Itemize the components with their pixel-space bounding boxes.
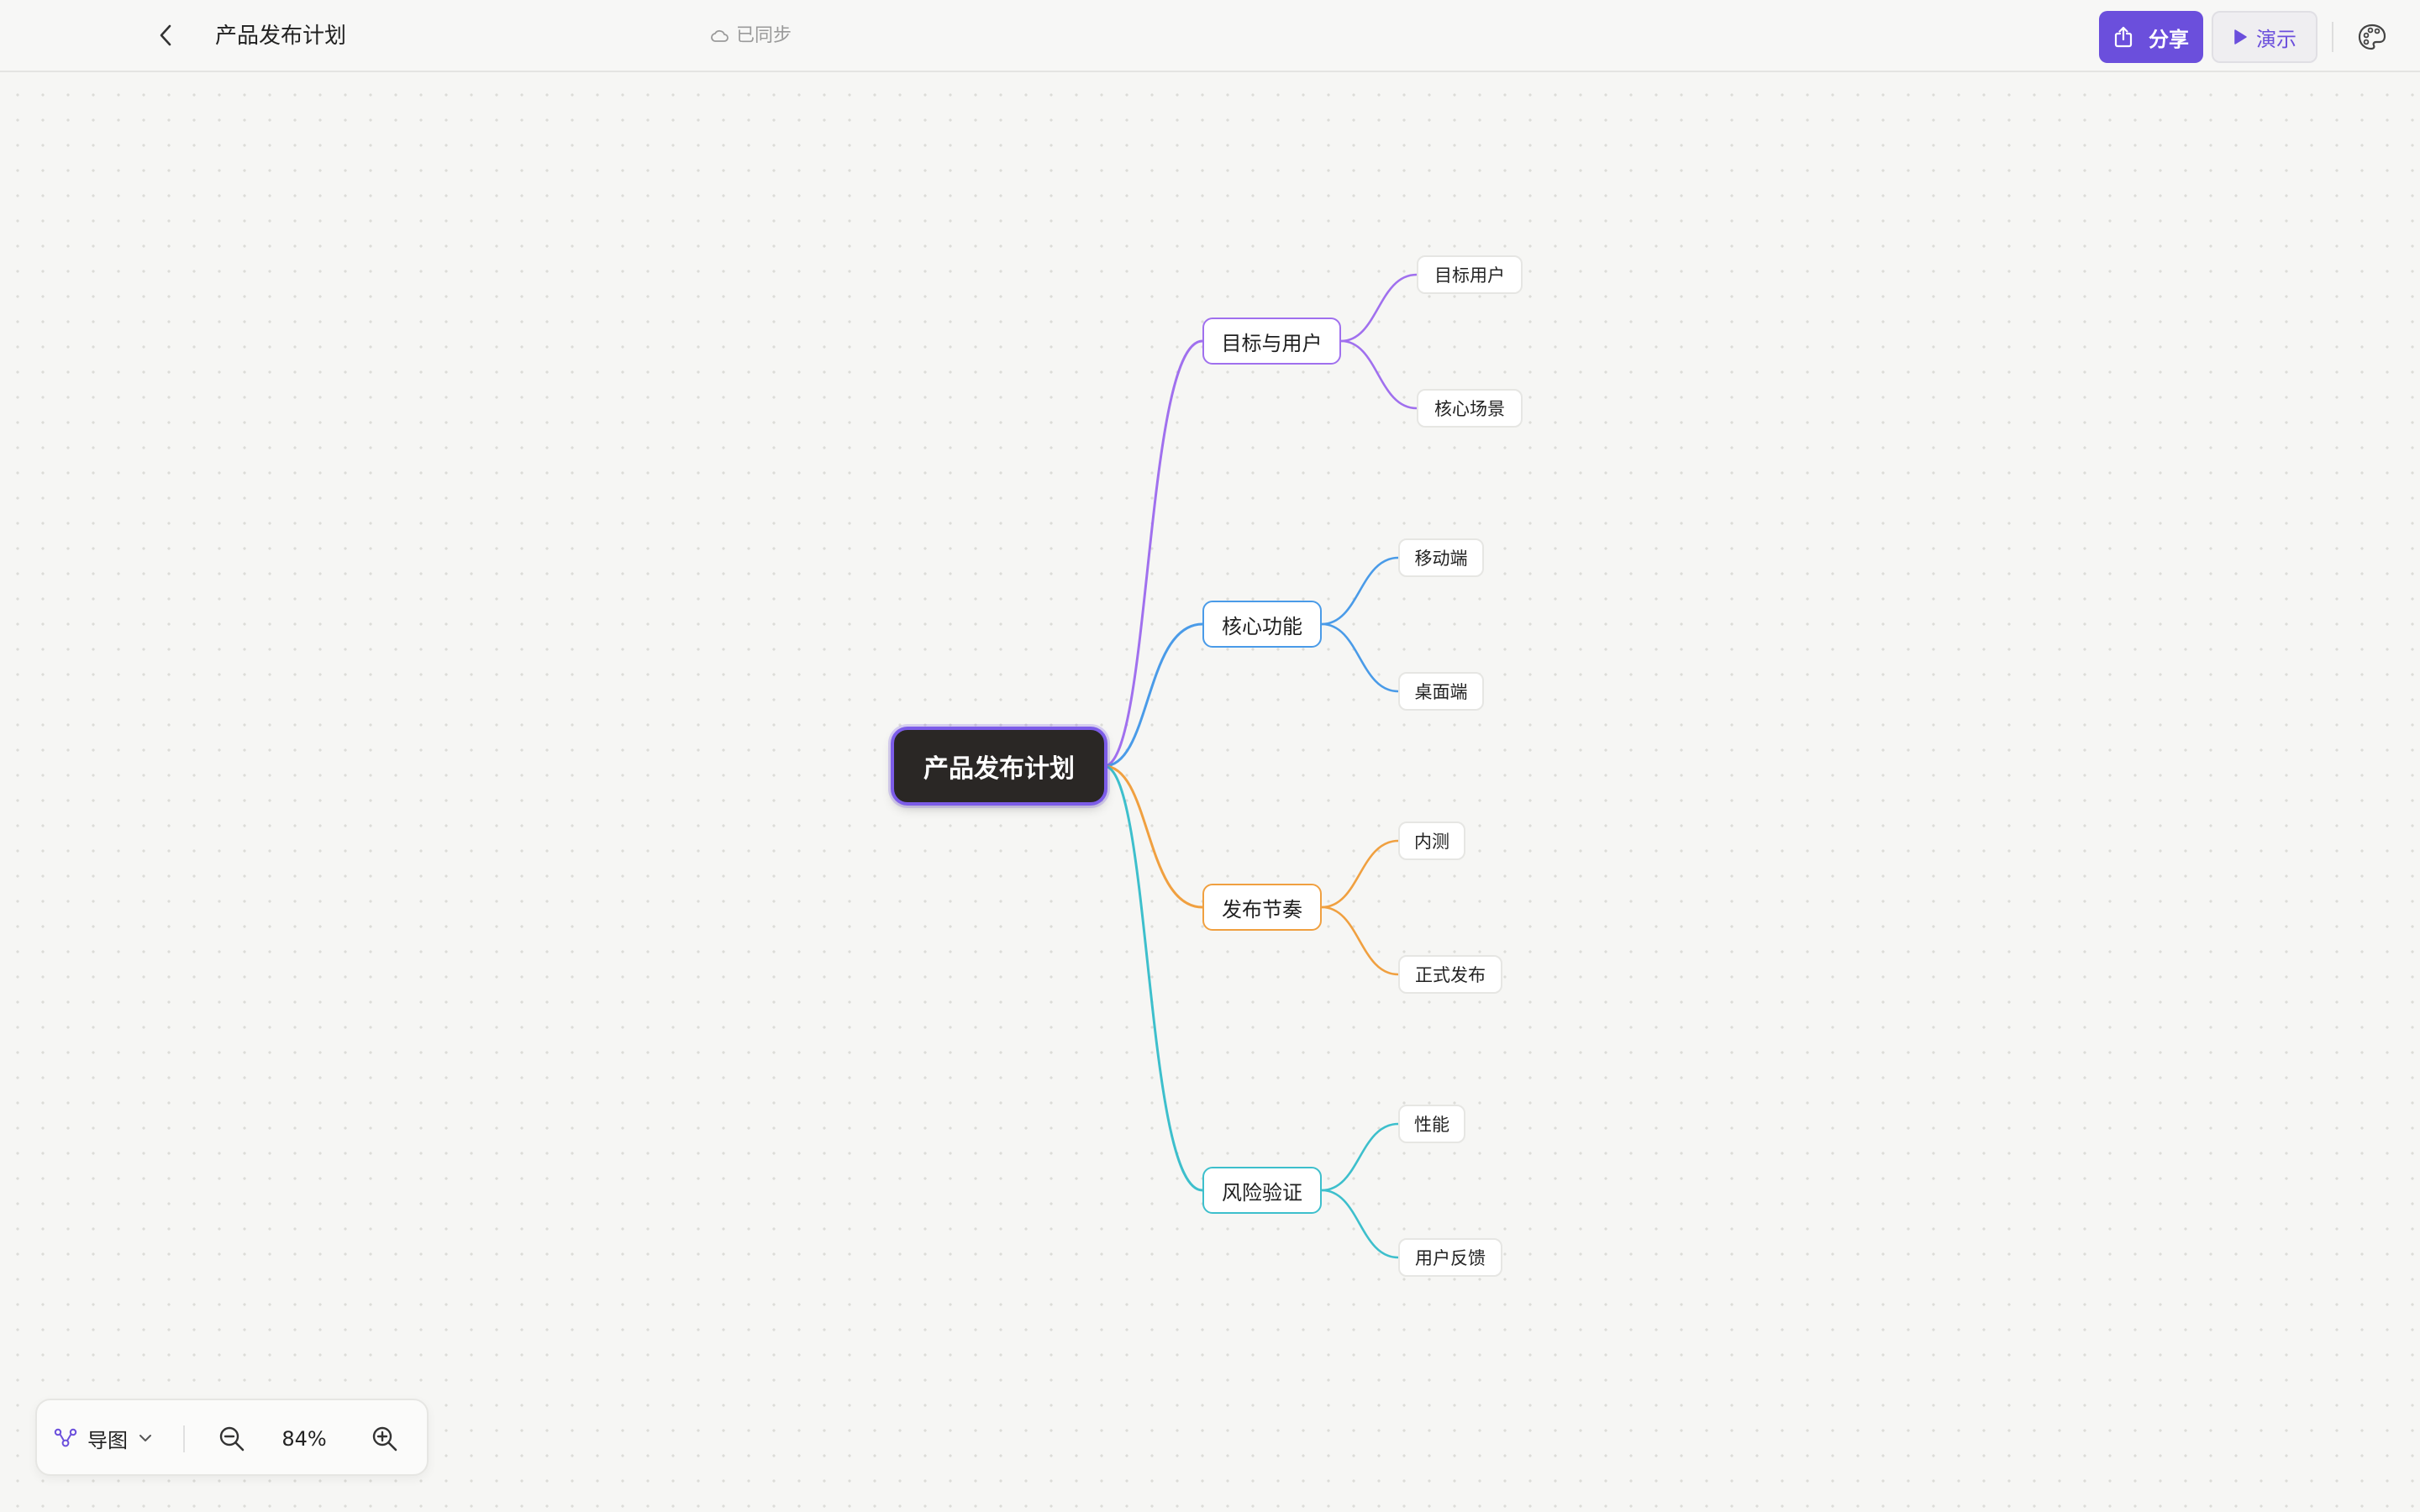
mindmap-leaf-node[interactable]: 用户反馈 bbox=[1398, 1238, 1502, 1277]
zoom-in-icon bbox=[372, 1426, 397, 1452]
present-button-label: 演示 bbox=[2256, 27, 2296, 51]
mindmap-branch-node[interactable]: 目标与用户 bbox=[1202, 318, 1341, 365]
document-title[interactable]: 产品发布计划 bbox=[215, 21, 346, 51]
mindmap-root-node[interactable]: 产品发布计划 bbox=[894, 730, 1104, 802]
layout-switch-dropdown[interactable]: 导图 bbox=[54, 1419, 153, 1457]
mindmap-leaf-node[interactable]: 移动端 bbox=[1398, 538, 1484, 577]
share-button-label: 分享 bbox=[2149, 27, 2189, 51]
zoom-level-readout[interactable]: 84% bbox=[271, 1420, 338, 1457]
zoom-in-button[interactable] bbox=[366, 1420, 403, 1457]
sync-status: 已同步 bbox=[711, 24, 792, 49]
mindmap-leaf-node[interactable]: 性能 bbox=[1398, 1105, 1465, 1143]
mindmap-branch-node[interactable]: 风险验证 bbox=[1202, 1167, 1322, 1214]
zoom-out-icon bbox=[219, 1426, 245, 1452]
share-icon bbox=[2114, 26, 2133, 48]
chevron-down-icon bbox=[139, 1435, 151, 1441]
cloud-icon bbox=[711, 29, 729, 42]
back-button[interactable] bbox=[150, 18, 183, 52]
mindmap-leaf-node[interactable]: 桌面端 bbox=[1398, 672, 1484, 711]
mindmap-leaf-node[interactable]: 正式发布 bbox=[1398, 955, 1502, 994]
mindmap-leaf-node[interactable]: 目标用户 bbox=[1417, 255, 1523, 294]
present-button[interactable]: 演示 bbox=[2212, 11, 2317, 63]
toolbar-divider bbox=[2332, 22, 2333, 52]
toolbar-divider bbox=[183, 1425, 185, 1452]
play-icon bbox=[2234, 29, 2247, 45]
zoom-out-button[interactable] bbox=[213, 1420, 250, 1457]
chevron-left-icon bbox=[160, 24, 171, 46]
share-button[interactable]: 分享 bbox=[2099, 11, 2203, 63]
mindmap-leaf-node[interactable]: 内测 bbox=[1398, 822, 1465, 860]
top-bar: 产品发布计划 已同步 分享 演示 bbox=[0, 0, 2420, 72]
mindmap-layout-icon bbox=[54, 1428, 77, 1447]
mindmap-branch-node[interactable]: 核心功能 bbox=[1202, 601, 1322, 648]
sync-status-label: 已同步 bbox=[736, 25, 792, 46]
theme-button[interactable] bbox=[2354, 18, 2391, 55]
bottom-toolbar: 导图 84% bbox=[35, 1399, 429, 1476]
mindmap-branch-node[interactable]: 发布节奏 bbox=[1202, 884, 1322, 931]
layout-switch-label: 导图 bbox=[87, 1428, 128, 1452]
palette-icon bbox=[2358, 24, 2386, 50]
mindmap-canvas[interactable] bbox=[0, 74, 2420, 1512]
mindmap-leaf-node[interactable]: 核心场景 bbox=[1417, 389, 1523, 428]
